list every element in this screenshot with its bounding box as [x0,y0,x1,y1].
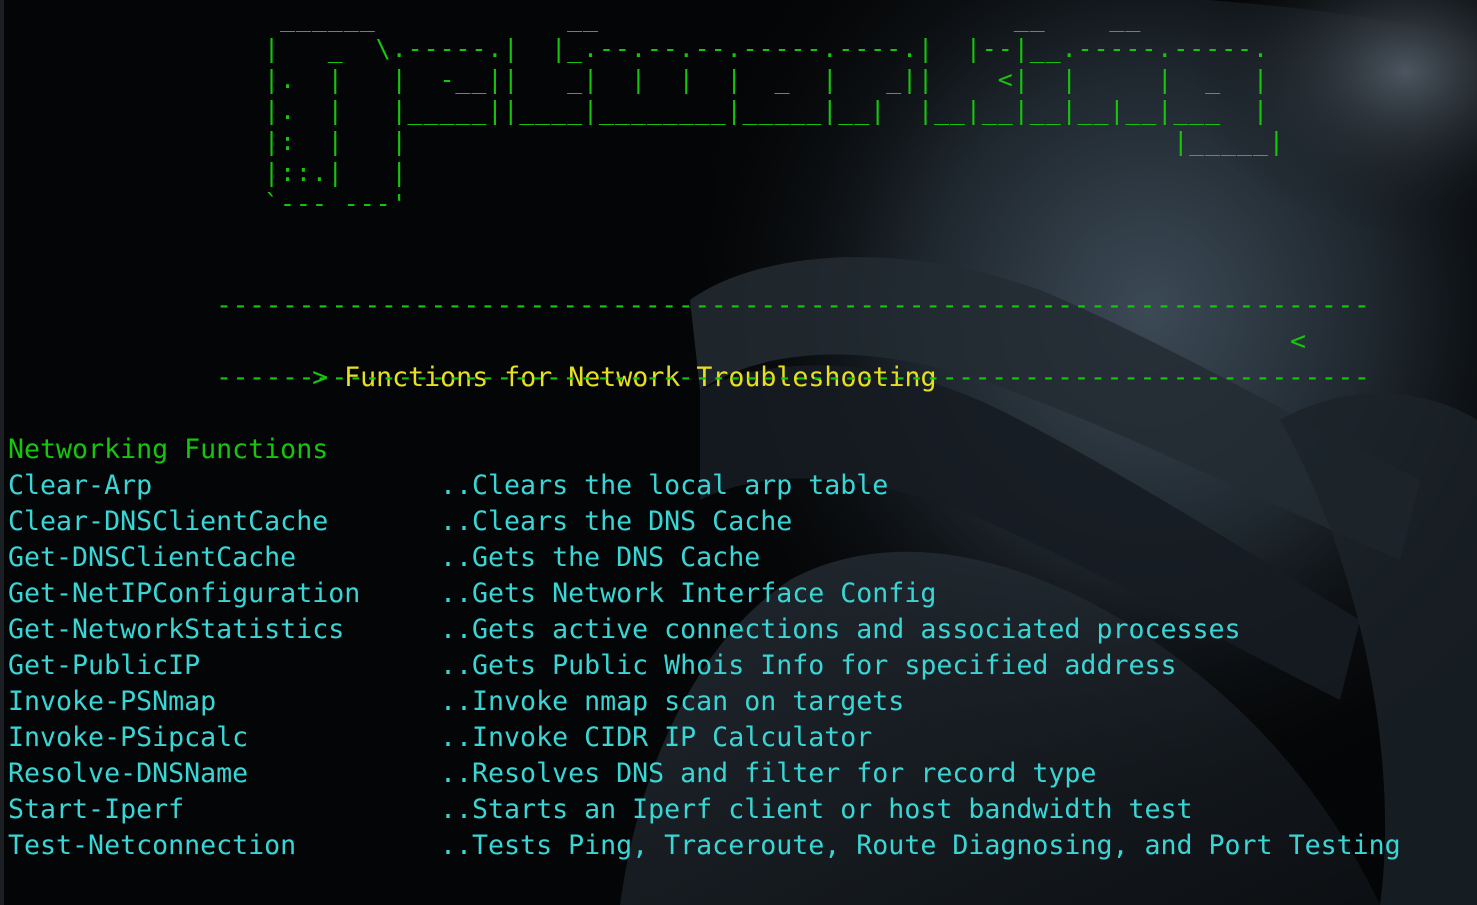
function-description: ..Tests Ping, Traceroute, Route Diagnosi… [440,830,1401,861]
function-description: ..Gets Public Whois Info for specified a… [440,650,1177,681]
ascii-banner-line: |. | |_____||____|________|_____|__| |__… [264,96,1269,125]
function-description: ..Clears the DNS Cache [440,506,793,537]
function-name: Invoke-PSNmap [8,686,217,717]
function-description: ..Gets Network Interface Config [440,578,937,609]
function-name: Resolve-DNSName [8,758,249,789]
function-description: ..Invoke CIDR IP Calculator [440,722,873,753]
function-description: ..Clears the local arp table [440,470,889,501]
function-description: ..Gets the DNS Cache [440,542,761,573]
function-name: Get-NetIPConfiguration [8,578,361,609]
ascii-banner-line: |::.| | [264,158,408,187]
ascii-banner-line: | _ \.-----.| |_.--.--.--.-----.----.| |… [264,34,1269,63]
ascii-banner-line: |. | | -__|| _| | | | _ | _|| <| | | _ | [264,65,1269,94]
function-name: Test-Netconnection [8,830,297,861]
ascii-banner-line: `--- ---' [264,189,408,218]
banner-top-rule: ----------------------------------------… [216,290,1371,321]
banner-subtitle-row: > Functions for Network Troubleshooting … [216,324,1306,468]
ascii-banner-line: ______ __ __ __ [264,3,1142,32]
function-description: ..Invoke nmap scan on targets [440,686,905,717]
banner-bottom-rule: ----------------------------------------… [216,362,1371,393]
function-description: ..Resolves DNS and filter for record typ… [440,758,1097,789]
ascii-banner-line: |: | | |_____| [264,127,1285,156]
function-name: Start-Iperf [8,794,185,825]
section-heading: Networking Functions [8,434,329,465]
function-name: Clear-DNSClientCache [8,506,329,537]
function-name: Clear-Arp [8,470,153,501]
function-name: Get-NetworkStatistics [8,614,345,645]
function-name: Invoke-PSipcalc [8,722,249,753]
subtitle-close-marker: < [1289,326,1306,357]
terminal-window[interactable]: ______ __ __ __ | _ \.-----.| |_.--.--.-… [0,0,1477,905]
function-name: Get-DNSClientCache [8,542,297,573]
function-description: ..Starts an Iperf client or host bandwid… [440,794,1193,825]
function-name: Get-PublicIP [8,650,201,681]
function-description: ..Gets active connections and associated… [440,614,1241,645]
ascii-banner-networking: ______ __ __ __ | _ \.-----.| |_.--.--.-… [264,2,1285,219]
window-left-border [0,0,4,905]
